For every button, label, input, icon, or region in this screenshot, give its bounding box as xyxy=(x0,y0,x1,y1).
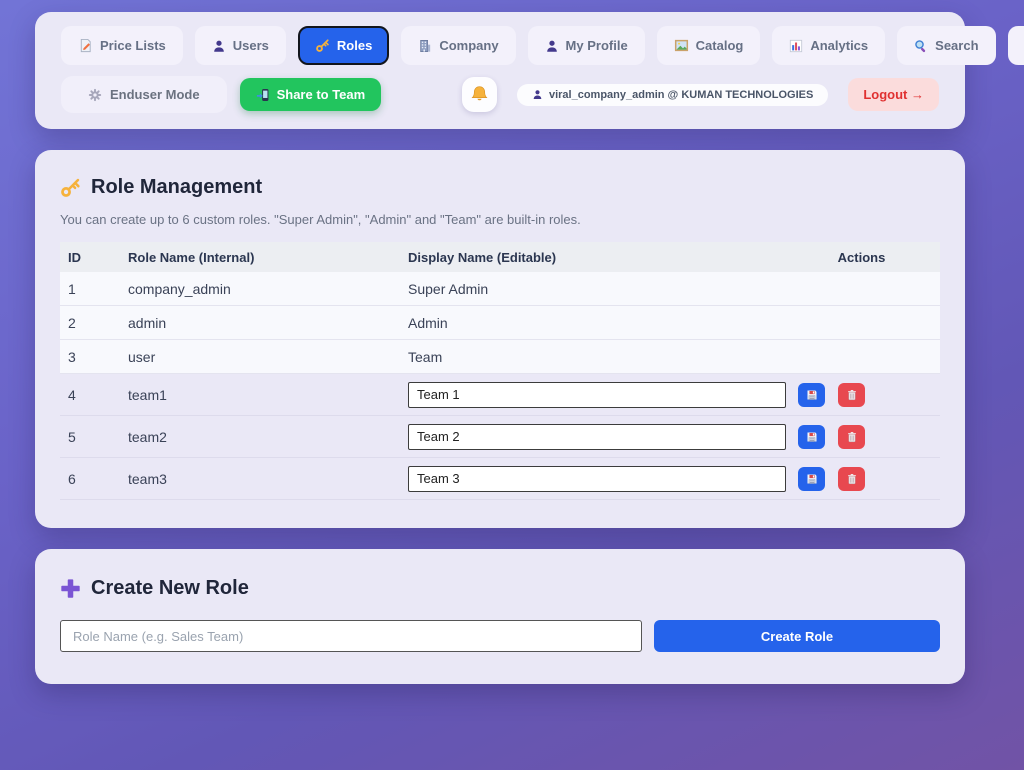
role-internal-name: team1 xyxy=(120,387,400,403)
create-role-button[interactable]: Create Role xyxy=(654,620,940,652)
save-icon xyxy=(806,431,818,443)
create-role-title-row: Create New Role xyxy=(60,577,940,600)
nav-tabs: Price Lists Users Roles Company xyxy=(61,26,939,65)
role-internal-name: team3 xyxy=(120,471,400,487)
gear-icon xyxy=(88,88,102,102)
role-management-subtitle: You can create up to 6 custom roles. "Su… xyxy=(60,212,940,227)
user-badge-text: viral_company_admin @ KUMAN TECHNOLOGIES xyxy=(549,89,813,101)
tab-label: My Profile xyxy=(566,38,628,53)
search-icon xyxy=(914,39,928,53)
tab-users[interactable]: Users xyxy=(195,26,286,65)
display-name-input[interactable] xyxy=(408,382,786,408)
tab-search[interactable]: Search xyxy=(897,26,995,65)
delete-role-button[interactable] xyxy=(838,383,865,407)
display-name-input[interactable] xyxy=(408,424,786,450)
tab-label: Search xyxy=(935,38,978,53)
page: Price Lists Users Roles Company xyxy=(35,12,965,684)
role-id: 3 xyxy=(60,349,120,365)
tab-analytics[interactable]: Analytics xyxy=(772,26,885,65)
tab-company[interactable]: Company xyxy=(401,26,515,65)
notifications-button[interactable] xyxy=(462,77,497,112)
bell-icon xyxy=(470,85,489,104)
role-management-title-row: Role Management xyxy=(60,176,940,199)
picture-icon xyxy=(674,38,689,53)
role-id: 6 xyxy=(60,471,120,487)
role-id: 1 xyxy=(60,281,120,297)
phone-share-icon xyxy=(256,88,270,102)
save-role-button[interactable] xyxy=(798,383,825,407)
new-role-name-input[interactable] xyxy=(60,620,642,652)
user-icon xyxy=(212,39,226,53)
col-header-display-name: Display Name (Editable) xyxy=(400,250,775,265)
table-row: 2 admin Admin xyxy=(60,306,940,340)
role-internal-name: admin xyxy=(120,315,400,331)
role-internal-name: company_admin xyxy=(120,281,400,297)
tab-roles[interactable]: Roles xyxy=(298,26,389,65)
tab-team[interactable]: Team xyxy=(1008,26,1024,65)
delete-role-button[interactable] xyxy=(838,425,865,449)
role-management-card: Role Management You can create up to 6 c… xyxy=(35,150,965,528)
save-icon xyxy=(806,473,818,485)
user-icon xyxy=(545,39,559,53)
share-to-team-button[interactable]: Share to Team xyxy=(240,78,382,111)
user-icon xyxy=(532,89,543,100)
role-id: 5 xyxy=(60,429,120,445)
save-role-button[interactable] xyxy=(798,467,825,491)
key-icon xyxy=(315,38,330,53)
role-internal-name: team2 xyxy=(120,429,400,445)
trash-icon xyxy=(846,431,858,443)
tab-label: Price Lists xyxy=(100,38,166,53)
role-display-name: Admin xyxy=(400,315,775,331)
save-role-button[interactable] xyxy=(798,425,825,449)
memo-icon xyxy=(78,38,93,53)
col-header-actions: Actions xyxy=(775,250,940,265)
create-role-form: Create Role xyxy=(60,620,940,652)
tab-label: Roles xyxy=(337,38,372,53)
trash-icon xyxy=(846,389,858,401)
table-header-row: ID Role Name (Internal) Display Name (Ed… xyxy=(60,242,940,272)
role-internal-name: user xyxy=(120,349,400,365)
tab-price-lists[interactable]: Price Lists xyxy=(61,26,183,65)
display-name-input[interactable] xyxy=(408,466,786,492)
role-display-name: Super Admin xyxy=(400,281,775,297)
col-header-id: ID xyxy=(60,250,120,265)
save-icon xyxy=(806,389,818,401)
logout-label: Logout → xyxy=(863,87,924,102)
roles-table: ID Role Name (Internal) Display Name (Ed… xyxy=(60,242,940,500)
key-icon xyxy=(60,177,81,198)
tab-label: Company xyxy=(439,38,498,53)
table-row: 1 company_admin Super Admin xyxy=(60,272,940,306)
page-title: Role Management xyxy=(91,176,262,199)
create-role-card: Create New Role Create Role xyxy=(35,549,965,684)
building-icon xyxy=(418,39,432,53)
role-id: 2 xyxy=(60,315,120,331)
tab-my-profile[interactable]: My Profile xyxy=(528,26,645,65)
table-row: 3 user Team xyxy=(60,340,940,374)
header-card: Price Lists Users Roles Company xyxy=(35,12,965,129)
logout-button[interactable]: Logout → xyxy=(848,78,939,111)
bar-chart-icon xyxy=(789,39,803,53)
col-header-internal-name: Role Name (Internal) xyxy=(120,250,400,265)
table-row: 5 team2 xyxy=(60,416,940,458)
enduser-mode-label: Enduser Mode xyxy=(110,87,200,102)
plus-icon xyxy=(60,578,81,599)
create-role-title: Create New Role xyxy=(91,577,249,600)
tab-label: Catalog xyxy=(696,38,744,53)
table-row: 6 team3 xyxy=(60,458,940,500)
tab-catalog[interactable]: Catalog xyxy=(657,26,761,65)
table-row: 4 team1 xyxy=(60,374,940,416)
header-actions-row: Enduser Mode Share to Team viral_company… xyxy=(61,76,939,113)
user-badge: viral_company_admin @ KUMAN TECHNOLOGIES xyxy=(517,84,828,106)
tab-label: Users xyxy=(233,38,269,53)
role-id: 4 xyxy=(60,387,120,403)
enduser-mode-button[interactable]: Enduser Mode xyxy=(61,76,227,113)
role-display-name: Team xyxy=(400,349,775,365)
tab-label: Analytics xyxy=(810,38,868,53)
delete-role-button[interactable] xyxy=(838,467,865,491)
trash-icon xyxy=(846,473,858,485)
share-to-team-label: Share to Team xyxy=(277,87,366,102)
